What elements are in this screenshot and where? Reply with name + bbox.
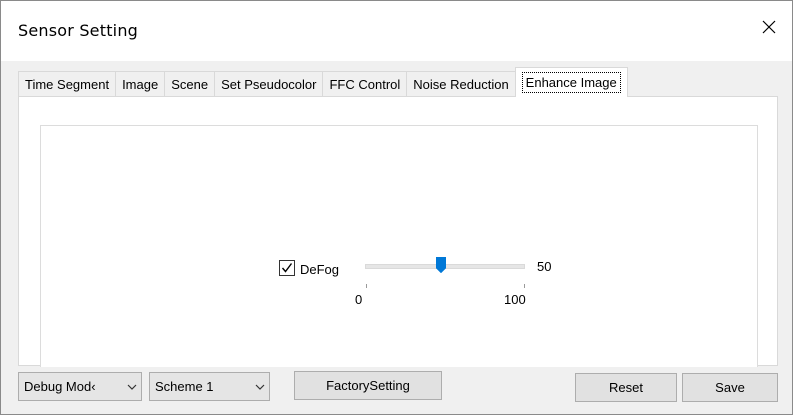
check-icon	[281, 263, 293, 273]
mode-select-value: Debug Mod‹	[24, 379, 96, 394]
sensor-setting-dialog: Sensor Setting Time Segment Image Scene …	[0, 0, 793, 415]
tab-noise-reduction[interactable]: Noise Reduction	[406, 71, 516, 97]
factory-setting-button[interactable]: FactorySetting	[294, 371, 442, 400]
defog-max-label: 100	[504, 292, 526, 307]
tab-scene[interactable]: Scene	[164, 71, 216, 97]
tab-ffc-control[interactable]: FFC Control	[322, 71, 408, 97]
defog-slider-tick-min	[366, 284, 367, 288]
title-bar: Sensor Setting	[1, 1, 792, 61]
enhance-group-box	[40, 125, 758, 367]
reset-button[interactable]: Reset	[575, 373, 677, 402]
tab-strip: Time Segment Image Scene Set Pseudocolor…	[18, 67, 628, 97]
defog-value: 50	[537, 259, 552, 274]
dialog-title: Sensor Setting	[18, 21, 139, 40]
defog-slider-tick-max	[524, 284, 525, 288]
defog-label: DeFog	[300, 262, 340, 277]
close-icon	[762, 20, 776, 34]
enhance-image-panel	[18, 96, 778, 367]
defog-min-label: 0	[355, 292, 363, 307]
tab-image[interactable]: Image	[115, 71, 166, 97]
chevron-down-icon	[123, 384, 141, 390]
scheme-select[interactable]: Scheme 1	[149, 372, 270, 401]
defog-slider-thumb[interactable]	[436, 257, 446, 274]
mode-select[interactable]: Debug Mod‹	[18, 372, 142, 401]
tab-enhance-image[interactable]: Enhance Image	[514, 67, 628, 97]
close-button[interactable]	[746, 9, 792, 45]
tab-enhance-image-label: Enhance Image	[521, 72, 621, 93]
tab-time-segment[interactable]: Time Segment	[18, 71, 117, 97]
chevron-down-icon	[251, 384, 269, 390]
scheme-select-value: Scheme 1	[155, 379, 214, 394]
tab-set-pseudocolor[interactable]: Set Pseudocolor	[214, 71, 324, 97]
defog-checkbox[interactable]	[279, 260, 295, 276]
save-button[interactable]: Save	[682, 373, 778, 402]
